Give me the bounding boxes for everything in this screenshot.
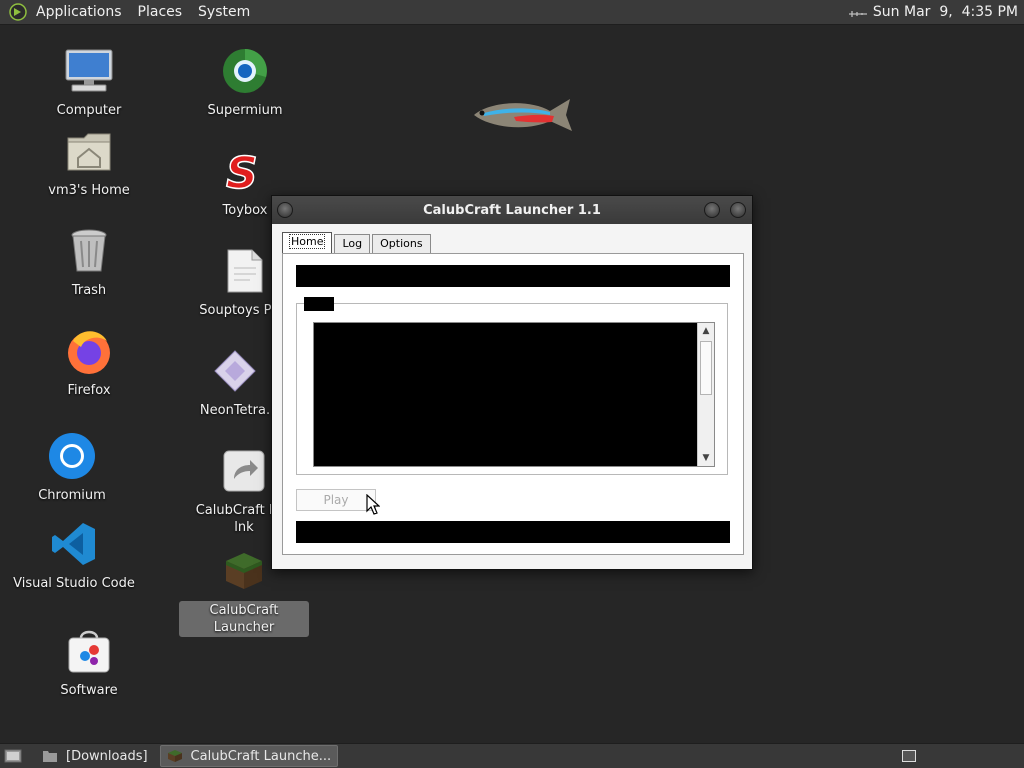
desktop-icon-label-line2: lnk — [234, 520, 254, 535]
network-icon[interactable] — [848, 7, 867, 17]
mate-logo-icon[interactable] — [8, 2, 28, 22]
home-folder-icon — [63, 125, 115, 177]
svg-text:S: S — [226, 148, 258, 194]
desktop-icon-label: vm3's Home — [48, 183, 130, 198]
desktop-icon-trash[interactable]: Trash — [24, 225, 154, 300]
software-icon — [63, 625, 115, 677]
taskbar-item-label: CalubCraft Launche... — [190, 748, 332, 764]
shortcut-icon — [218, 445, 270, 497]
tab-options[interactable]: Options — [372, 234, 431, 253]
workspace-switcher[interactable] — [902, 750, 916, 762]
neon-tetra-fish — [470, 95, 574, 139]
desktop-icon-software[interactable]: Software — [24, 625, 154, 700]
grass-block-icon — [167, 749, 183, 763]
taskbar-item-calubcraft[interactable]: CalubCraft Launche... — [159, 745, 339, 767]
news-text-area[interactable]: ▲ ▼ — [313, 322, 715, 467]
system-menu[interactable]: System — [190, 4, 258, 20]
desktop-icon-label: Computer — [56, 103, 122, 118]
news-group-box: ▲ ▼ — [296, 297, 728, 475]
desktop-icon-label: CalubCraft Launcher — [179, 601, 309, 637]
desktop-icon-label: Chromium — [38, 488, 106, 503]
desktop-icon-label: Visual Studio Code — [13, 576, 135, 591]
folder-icon — [42, 749, 58, 763]
window-title: CalubCraft Launcher 1.1 — [423, 202, 601, 218]
minimize-button[interactable] — [704, 202, 720, 218]
scroll-up-arrow-icon[interactable]: ▲ — [698, 323, 714, 339]
redacted-group-label — [304, 297, 334, 311]
tab-log[interactable]: Log — [334, 234, 371, 253]
places-menu[interactable]: Places — [130, 4, 191, 20]
show-desktop-icon[interactable] — [2, 745, 24, 767]
desktop-icon-supermium[interactable]: Supermium — [180, 45, 310, 120]
taskbar-item-downloads[interactable]: [Downloads] — [36, 745, 154, 767]
taskbar-item-label: [Downloads] — [66, 748, 148, 764]
scroll-thumb[interactable] — [700, 341, 712, 395]
grass-block-icon — [218, 545, 270, 597]
tab-home[interactable]: Home — [282, 232, 333, 253]
desktop-icon-label: Firefox — [67, 383, 111, 398]
chromium-icon — [46, 430, 98, 482]
document-icon — [219, 245, 271, 297]
close-button[interactable] — [730, 202, 746, 218]
news-scrollbar[interactable]: ▲ ▼ — [697, 323, 714, 466]
applications-menu[interactable]: Applications — [28, 4, 130, 20]
window-menu-button[interactable] — [277, 202, 293, 218]
window-titlebar[interactable]: CalubCraft Launcher 1.1 — [272, 196, 752, 224]
redacted-header-bar — [296, 265, 730, 287]
redacted-status-bar — [296, 521, 730, 543]
desktop-icon-label: Toybox — [222, 203, 268, 218]
scroll-down-arrow-icon[interactable]: ▼ — [698, 450, 714, 466]
taskbar: [Downloads] CalubCraft Launche... — [0, 743, 1024, 768]
home-tab-panel: ▲ ▼ Play — [282, 253, 744, 555]
clock[interactable]: Sun Mar 9, 4:35 PM — [873, 4, 1018, 20]
tab-options-label: Options — [380, 237, 423, 250]
neontetra-icon — [209, 345, 261, 397]
desktop-icon-home[interactable]: vm3's Home — [24, 125, 154, 200]
desktop-icon-firefox[interactable]: Firefox — [24, 325, 154, 400]
vscode-icon — [48, 518, 100, 570]
desktop-icon-label: Trash — [71, 283, 107, 298]
computer-icon — [63, 45, 115, 97]
desktop-icon-label: Supermium — [207, 103, 283, 118]
tab-home-label: Home — [288, 234, 326, 249]
trash-icon — [63, 225, 115, 277]
desktop-icon-computer[interactable]: Computer — [24, 45, 154, 120]
top-panel: Applications Places System Sun Mar 9, 4:… — [0, 0, 1024, 25]
desktop-icon-vscode[interactable]: Visual Studio Code — [9, 518, 139, 593]
launcher-window: CalubCraft Launcher 1.1 Home Log Options… — [271, 195, 753, 570]
play-button[interactable]: Play — [296, 489, 376, 511]
desktop-icon-chromium[interactable]: Chromium — [7, 430, 137, 505]
desktop-icon-label: NeonTetra. — [199, 403, 271, 418]
desktop-icon-label: Software — [60, 683, 118, 698]
firefox-icon — [63, 325, 115, 377]
supermium-icon — [219, 45, 271, 97]
tab-log-label: Log — [342, 237, 363, 250]
tab-bar: Home Log Options — [282, 232, 433, 253]
toybox-icon: S — [219, 145, 271, 197]
